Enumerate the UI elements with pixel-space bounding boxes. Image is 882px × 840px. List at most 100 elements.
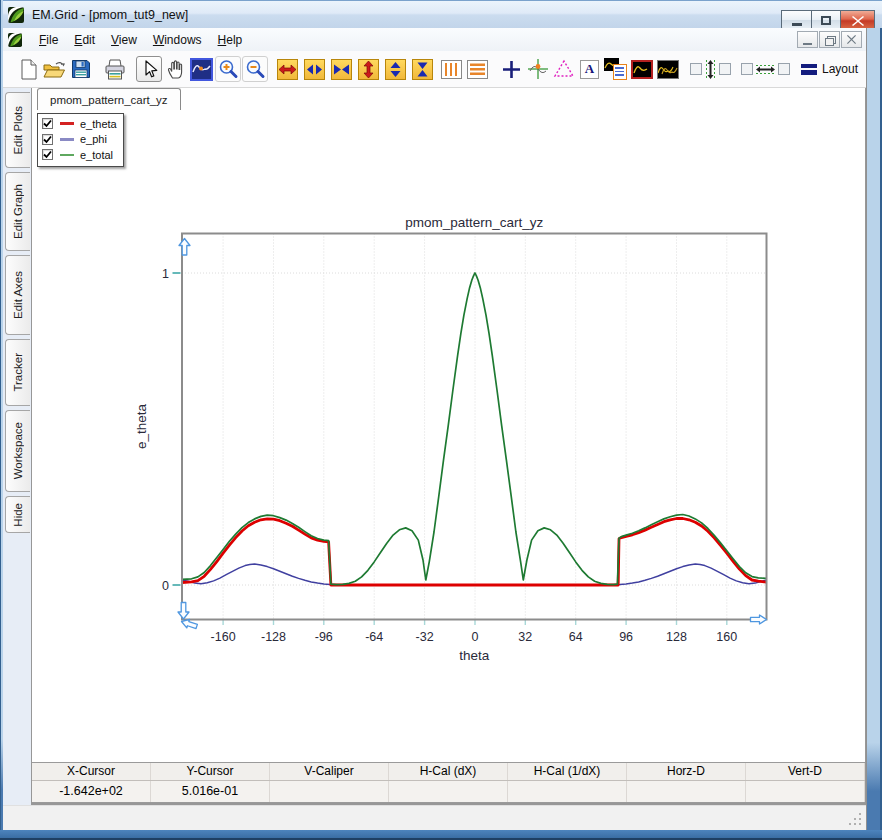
legend-label: e_theta [80,118,117,130]
caliper-triangle-icon [553,59,575,79]
expand-vertical-icon [359,60,378,79]
sidebar-tab-label: Hide [12,503,24,527]
arrows-out-vertical-button[interactable] [385,59,406,80]
expand-horizontal-button[interactable] [277,59,298,80]
mdi-minimize-button[interactable] [797,31,818,48]
table-value-cell [508,781,627,802]
link-horizontal-left-checkbox[interactable] [741,63,753,75]
layout-button[interactable]: Layout [801,62,858,76]
table-header-cell: Vert-D [746,763,865,780]
plot-with-legend-button[interactable] [603,56,628,82]
window-border-bottom [0,830,882,840]
link-horizontal-right-checkbox[interactable] [778,63,790,75]
close-icon [852,16,864,26]
new-document-button[interactable] [16,56,41,82]
caliper-triangle-button[interactable] [551,56,576,82]
arrows-out-horizontal-button[interactable] [304,59,325,80]
table-value-cell [627,781,746,802]
mdi-close-button[interactable] [841,31,862,48]
sidebar-tab-label: Workspace [12,422,24,479]
expand-vertical-dashed-icon [704,59,717,80]
pan-hand-icon [165,58,187,80]
sidebar-tab-edit-plots[interactable]: Edit Plots [5,92,30,168]
document-window: pmom_pattern_cart_yz e_theta e_phi e_tot… [31,88,866,805]
sidebar-tab-hide[interactable]: Hide [5,496,30,533]
mdi-restore-icon [825,36,834,44]
axis-handle-right [751,615,767,624]
open-file-icon [43,60,66,79]
sidebar-tab-label: Edit Plots [12,106,24,155]
pan-hand-button[interactable] [163,56,188,82]
resize-grip[interactable] [849,813,863,827]
chart[interactable]: -160-128-96-64-32032649612816001pmom_pat… [32,110,865,767]
zoom-in-button[interactable] [215,56,241,82]
table-header-cell: Y-Cursor [151,763,270,780]
link-vertical-left-checkbox[interactable] [690,63,702,75]
legend-line-swatch [60,122,74,125]
zoom-out-button[interactable] [242,56,268,82]
table-header-cell: H-Cal (dX) [389,763,508,780]
svg-text:-32: -32 [416,630,434,644]
plot-focus-button[interactable] [629,56,654,82]
column-view-button[interactable] [439,56,464,82]
legend-checkbox[interactable] [42,134,53,145]
mdi-restore-button[interactable] [819,31,840,48]
open-file-button[interactable] [42,56,67,82]
plot-area[interactable]: e_theta e_phi e_total -160-128-96-64-320… [32,110,865,767]
arrows-in-vertical-button[interactable] [412,59,433,80]
window-title: EM.Grid - [pmom_tut9_new] [32,8,188,22]
legend-item[interactable]: e_phi [42,132,117,148]
svg-text:160: 160 [716,630,737,644]
tracker-crosshair-button[interactable] [525,56,550,82]
series-e_theta [182,519,766,586]
menu-view[interactable]: View [103,30,145,50]
table-header-cell: X-Cursor [32,763,151,780]
text-annotation-button[interactable]: A [577,56,602,82]
row-view-button[interactable] [465,56,490,82]
svg-text:-64: -64 [365,630,383,644]
save-icon [71,59,91,79]
svg-text:32: 32 [518,630,532,644]
sidebar-tab-edit-graph[interactable]: Edit Graph [5,172,30,251]
svg-text:96: 96 [619,630,633,644]
arrows-in-horizontal-button[interactable] [331,59,352,80]
expand-horizontal-dashed-icon [755,63,776,76]
column-view-icon [441,60,462,79]
legend-checkbox[interactable] [42,149,53,160]
tab-bar: pmom_pattern_cart_yz [32,88,865,110]
legend-item[interactable]: e_theta [42,116,117,132]
sidebar-tab-workspace[interactable]: Workspace [5,410,30,492]
legend-checkbox[interactable] [42,118,53,129]
sidebar-tab-tracker[interactable]: Tracker [5,339,30,406]
menu-file[interactable]: File [31,30,66,50]
menu-edit[interactable]: Edit [66,30,103,50]
print-button[interactable] [102,56,127,82]
window-border-left [0,0,3,840]
cursor-readout-table: X-CursorY-CursorV-CaliperH-Cal (dX)H-Cal… [32,762,865,803]
document-tab[interactable]: pmom_pattern_cart_yz [37,88,181,110]
legend-item[interactable]: e_total [42,147,117,163]
plot-multi-button[interactable] [655,56,680,82]
fit-view-button[interactable] [189,56,214,82]
window-border-right [866,28,882,840]
x-axis-label: theta [459,648,490,663]
expand-vertical-button[interactable] [358,59,379,80]
legend-label: e_total [80,149,113,161]
table-header-cell: V-Caliper [270,763,389,780]
menu-windows[interactable]: Windows [145,30,210,50]
svg-text:1: 1 [162,267,169,281]
menubar: FileEditViewWindowsHelp [3,28,866,51]
svg-text:-96: -96 [315,630,333,644]
plot-focus-icon [631,60,653,79]
sidebar-tab-edit-axes[interactable]: Edit Axes [5,255,30,335]
document-icon [8,33,22,47]
save-button[interactable] [68,56,93,82]
table-value-cell [746,781,865,802]
menu-help[interactable]: Help [210,30,251,50]
svg-text:0: 0 [162,579,169,593]
plot-multi-icon [657,60,679,79]
link-vertical-right-checkbox[interactable] [719,63,731,75]
select-cursor-button[interactable] [136,56,162,82]
add-cross-button[interactable] [499,56,524,82]
table-value-cell [389,781,508,802]
